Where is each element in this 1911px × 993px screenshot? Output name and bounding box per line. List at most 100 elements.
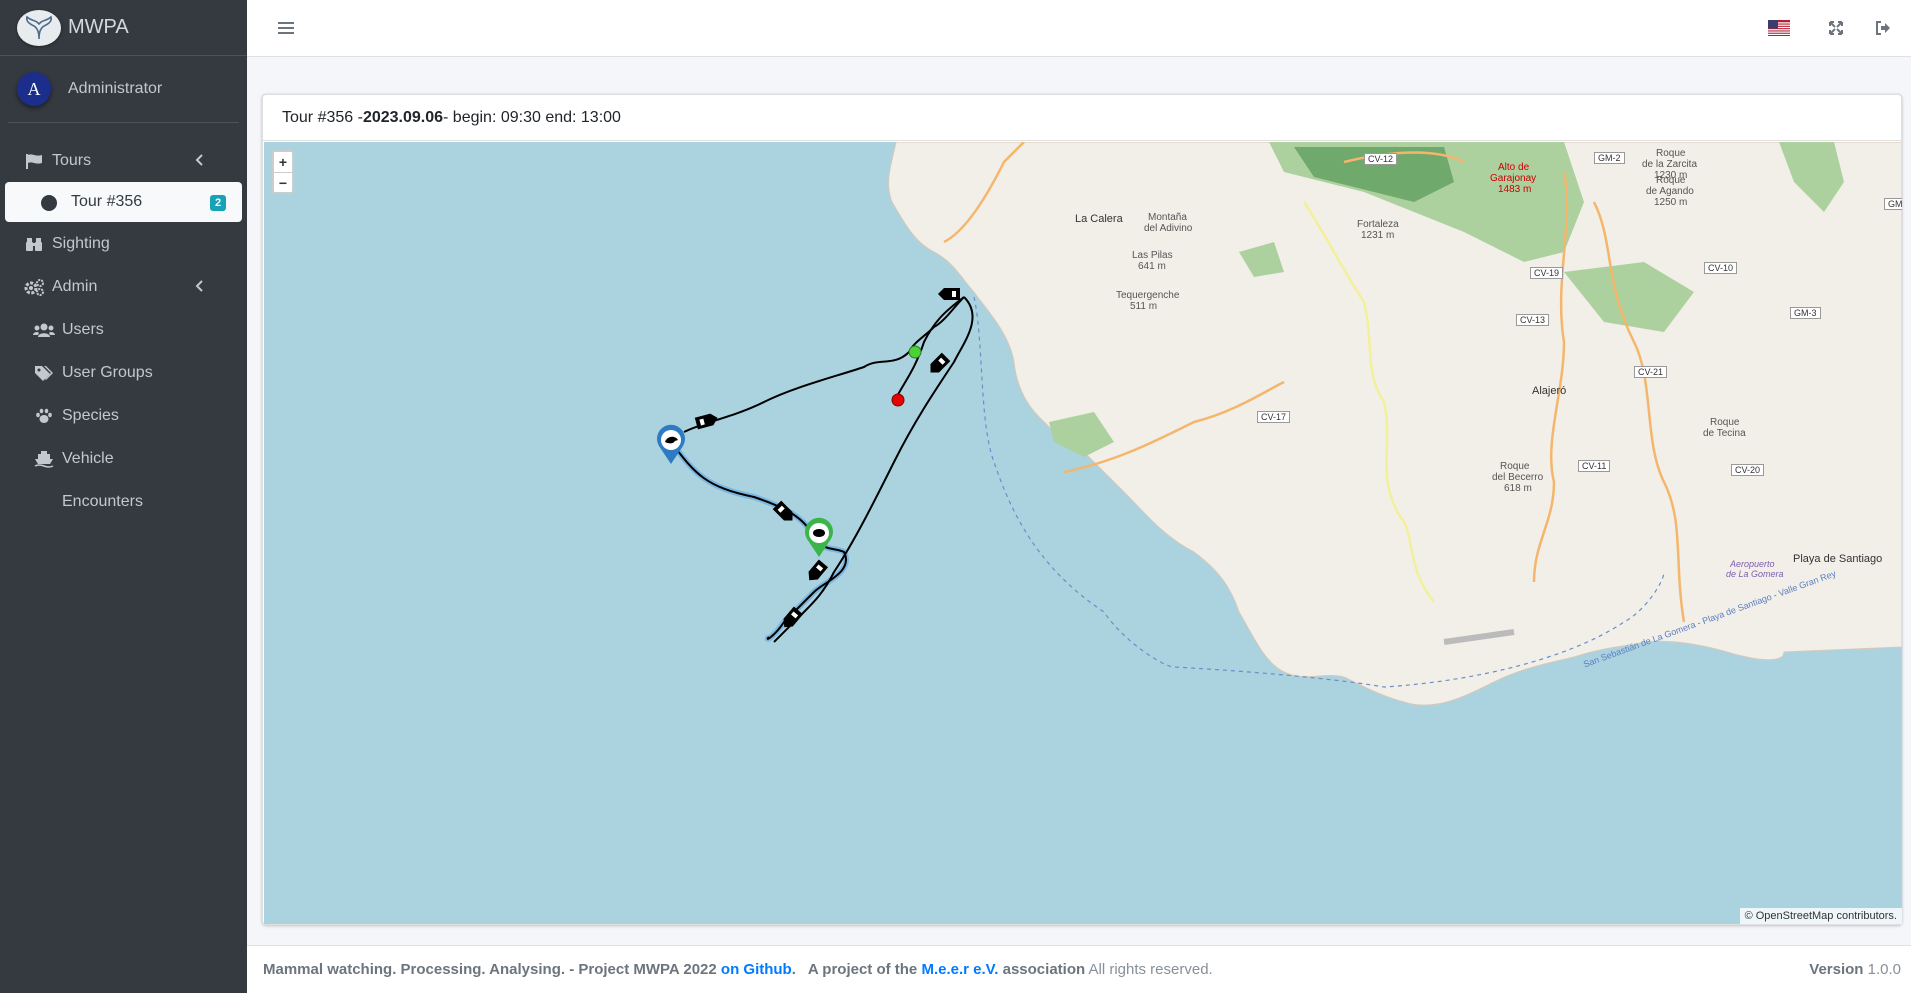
end-marker[interactable] [891,393,905,407]
road-shield: GM [1884,198,1902,210]
version-number: 1.0.0 [1863,961,1901,978]
sidebar-item-species[interactable]: Species [8,394,239,437]
map-canvas[interactable] [264,142,1902,924]
tour-track [773,296,974,643]
github-link[interactable]: on Github [721,961,792,978]
road-shield: GM-2 [1594,152,1625,164]
sidebar-item-label: Tours [52,151,92,169]
version-label: Version [1809,961,1864,978]
road-shield: CV-19 [1530,267,1564,279]
tour-title-prefix: Tour #356 - [282,108,363,126]
start-marker[interactable] [908,345,922,359]
sidebar-item-sighting[interactable]: Sighting [8,222,239,265]
expand-icon[interactable] [1822,14,1850,42]
map-label: 1231 m [1361,230,1395,241]
map-label: Aeropuerto [1730,559,1775,569]
sign-out-icon[interactable] [1869,14,1897,42]
road-shield: GM-3 [1790,307,1821,319]
us-flag-icon[interactable] [1765,14,1793,42]
road-shield: CV-13 [1516,314,1550,326]
cogs-icon [22,277,46,297]
top-navbar [247,0,1911,57]
map-label: Roque [1656,175,1686,186]
road-shield: CV-20 [1731,464,1765,476]
map-label: Garajonay [1490,173,1537,184]
footer-tagline: Mammal watching. Processing. Analysing. … [263,961,721,978]
sidebar-item-label: Vehicle [62,449,114,467]
map-label: de La Gomera [1726,569,1784,579]
hamburger-icon[interactable] [272,14,300,42]
avatar: A [17,72,51,106]
sidebar-item-user-groups[interactable]: User Groups [8,351,239,394]
map-label: del Becerro [1492,472,1544,483]
map-label: 1483 m [1498,184,1532,195]
sidebar-item-label: Users [62,320,104,338]
road-shield: CV-21 [1634,366,1668,378]
map-label: Roque [1710,417,1740,428]
sidebar-item-vehicle[interactable]: Vehicle [8,437,239,480]
road-shield: CV-12 [1364,153,1398,165]
tags-icon [32,363,56,383]
zoom-out-button[interactable]: − [274,172,292,192]
whale-tail-icon [17,9,61,46]
users-icon [32,320,56,340]
tour-time-range: - begin: 09:30 end: 13:00 [443,108,621,126]
count-badge: 2 [210,195,226,211]
road-shield: CV-10 [1704,262,1738,274]
paw-icon [32,406,56,426]
boat-marker[interactable] [938,288,960,300]
tour-card: Tour #356 - 2023.09.06 - begin: 09:30 en… [262,94,1902,925]
osm-link[interactable]: OpenStreetMap [1756,910,1834,922]
map-label: de Agando [1646,186,1694,197]
map-label: Roque [1656,148,1686,159]
map-label: 511 m [1130,301,1158,312]
footer-association: association [998,961,1086,978]
sidebar-item-label: Encounters [62,492,143,510]
map-label: de la Zarcita [1642,159,1698,170]
brand-name: MWPA [68,16,129,38]
map-label: Alto de [1498,162,1530,173]
map-label: Playa de Santiago [1793,553,1883,565]
tour-date: 2023.09.06 [362,108,444,126]
flag-icon [22,151,46,171]
binoculars-icon [22,234,46,254]
zoom-in-button[interactable]: + [274,152,292,172]
map-label: Montaña [1148,212,1187,223]
map-label: Roque [1500,461,1530,472]
version-info: Version 1.0.0 [1809,961,1901,978]
attribution-prefix: © [1744,910,1756,922]
road-shield: CV-17 [1257,411,1291,423]
chevron-left-icon [195,279,203,297]
map-label: Las Pilas [1132,250,1173,261]
attribution-suffix: contributors. [1833,910,1897,922]
sidebar-item-label: Admin [52,277,98,295]
sidebar-item-admin[interactable]: Admin [8,265,239,308]
sidebar-item-encounters[interactable]: Encounters [8,480,239,523]
sidebar-item-label: User Groups [62,363,153,381]
sidebar-item-tour-356[interactable]: Tour #356 2 [5,182,242,222]
zoom-control: + − [272,150,294,194]
brand-link[interactable]: MWPA [0,0,247,56]
map-label: 618 m [1504,483,1532,494]
ship-icon [32,449,56,469]
map-label: Fortaleza [1357,219,1399,230]
boat-marker[interactable] [805,559,829,584]
map-label: Alajeró [1532,385,1567,397]
chevron-left-icon [195,153,203,171]
map-label: La Calera [1075,213,1123,225]
boat-marker[interactable] [694,412,719,430]
user-panel[interactable]: A Administrator [8,56,239,123]
sidebar-item-users[interactable]: Users [8,308,239,351]
map-label: Tequergenche [1116,290,1180,301]
tour-map[interactable]: La Calera Montaña del Adivino Las Pilas … [264,142,1902,924]
meer-link[interactable]: M.e.e.r e.V. [921,961,998,978]
sidebar-item-label: Sighting [52,234,110,252]
map-label: del Adivino [1144,223,1193,234]
sidebar-item-label: Species [62,406,119,424]
tour-track [893,296,965,403]
map-label: 641 m [1138,261,1166,272]
map-attribution: © OpenStreetMap contributors. [1739,908,1902,924]
user-name[interactable]: Administrator [68,80,162,98]
sidebar-nav: Tours Tour #356 2 Sighting Admin Users U… [0,139,247,523]
sidebar-item-tours[interactable]: Tours [8,139,239,182]
